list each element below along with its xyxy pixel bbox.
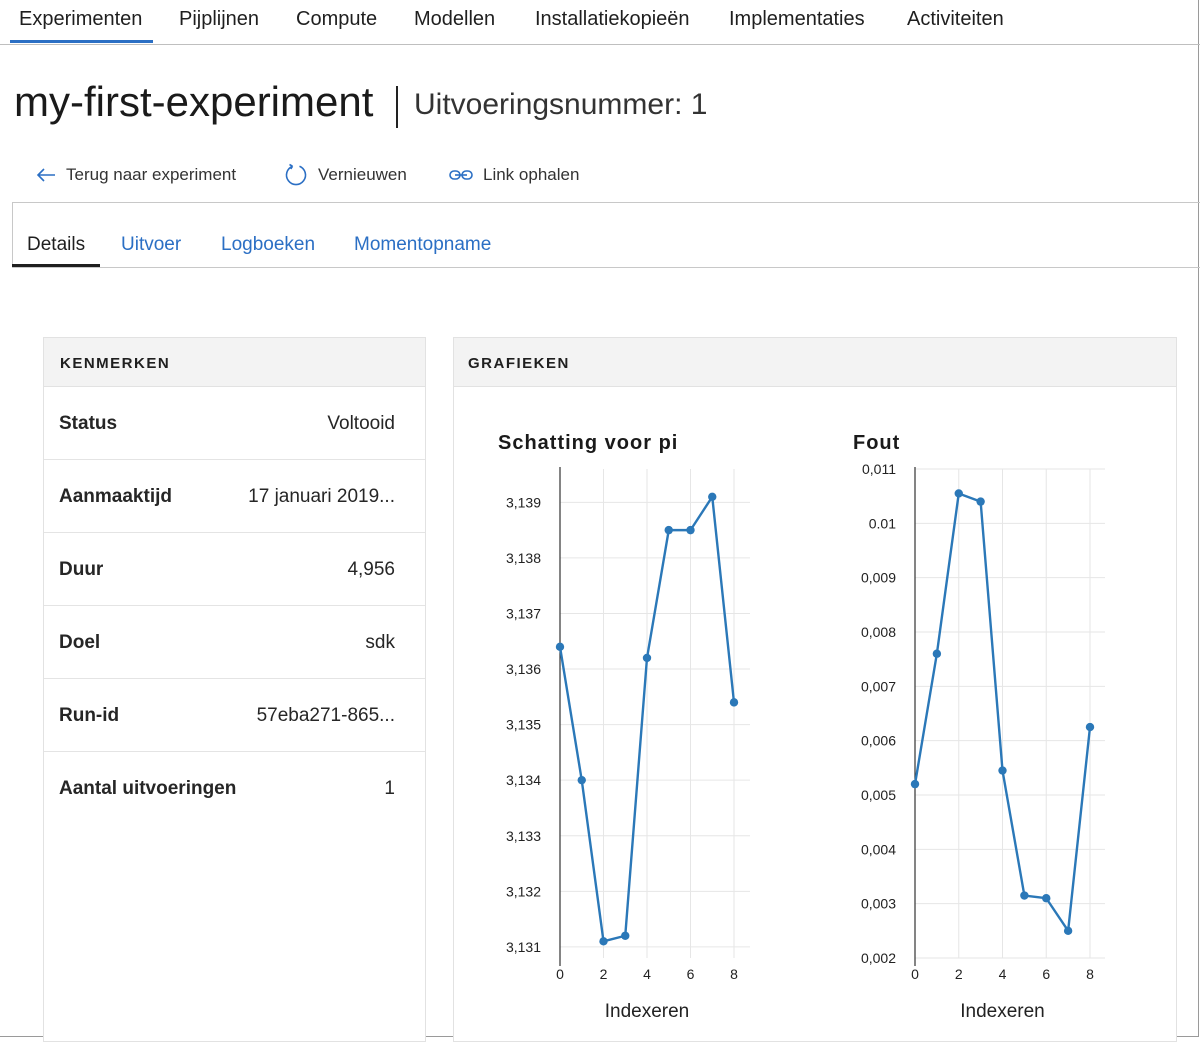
property-value: 1 xyxy=(384,778,395,799)
refresh-button[interactable]: Vernieuwen xyxy=(284,163,407,187)
tab-momentopname[interactable]: Momentopname xyxy=(354,234,491,256)
properties-panel: KENMERKEN Status Voltooid Aanmaaktijd 17… xyxy=(43,337,426,1042)
top-navigation: Experimenten Pijplijnen Compute Modellen… xyxy=(0,0,1200,45)
nav-item-modellen[interactable]: Modellen xyxy=(414,8,495,31)
property-row: Aantal uitvoeringen 1 xyxy=(44,752,425,824)
nav-item-implementaties[interactable]: Implementaties xyxy=(729,8,865,31)
properties-panel-header: KENMERKEN xyxy=(44,338,425,387)
tab-logboeken[interactable]: Logboeken xyxy=(221,234,315,256)
nav-item-pijplijnen[interactable]: Pijplijnen xyxy=(179,8,259,31)
property-row: Aanmaaktijd 17 januari 2019... xyxy=(44,460,425,533)
nav-item-activiteiten[interactable]: Activiteiten xyxy=(907,8,1004,31)
run-number-subtitle: Uitvoeringsnummer: 1 xyxy=(414,88,708,121)
property-key: Doel xyxy=(59,632,101,653)
nav-item-installatiekopieen[interactable]: Installatiekopieën xyxy=(535,8,690,31)
actions-divider xyxy=(12,202,1200,203)
back-to-experiment-button[interactable]: Terug naar experiment xyxy=(36,163,236,187)
arrow-left-icon xyxy=(36,168,55,182)
tab-uitvoer[interactable]: Uitvoer xyxy=(121,234,181,256)
property-value: sdk xyxy=(365,632,395,653)
property-key: Status xyxy=(59,413,118,434)
property-row: Run-id 57eba271-865... xyxy=(44,679,425,752)
property-row: Duur 4,956 xyxy=(44,533,425,606)
property-key: Run-id xyxy=(59,705,120,726)
property-row: Status Voltooid xyxy=(44,387,425,460)
page-title: my-first-experiment xyxy=(14,78,374,125)
get-link-label: Link ophalen xyxy=(483,165,580,184)
property-value: 57eba271-865... xyxy=(256,705,395,726)
property-key: Duur xyxy=(59,559,104,580)
get-link-button[interactable]: Link ophalen xyxy=(449,163,579,187)
nav-item-experimenten[interactable]: Experimenten xyxy=(19,8,142,31)
charts-panel-header: GRAFIEKEN xyxy=(454,338,1176,387)
tab-details[interactable]: Details xyxy=(27,234,85,256)
tabs-left-border xyxy=(12,203,13,268)
chart-title-fout: Fout xyxy=(853,432,901,454)
property-value: Voltooid xyxy=(327,413,395,434)
property-key: Aantal uitvoeringen xyxy=(59,778,237,799)
property-value: 4,956 xyxy=(347,559,395,580)
refresh-button-label: Vernieuwen xyxy=(318,165,407,184)
chart-title-pi: Schatting voor pi xyxy=(498,432,679,454)
nav-divider xyxy=(0,44,1200,45)
charts-heading: GRAFIEKEN xyxy=(468,355,570,372)
link-icon xyxy=(449,170,473,180)
nav-active-indicator xyxy=(10,40,153,43)
properties-heading: KENMERKEN xyxy=(60,355,171,372)
title-separator xyxy=(396,86,398,128)
refresh-icon xyxy=(285,163,307,186)
tabs-divider xyxy=(12,267,1200,268)
property-key: Aanmaaktijd xyxy=(59,486,172,507)
nav-item-compute[interactable]: Compute xyxy=(296,8,377,31)
property-row: Doel sdk xyxy=(44,606,425,679)
back-button-label: Terug naar experiment xyxy=(66,165,237,184)
property-value: 17 januari 2019... xyxy=(248,486,395,507)
